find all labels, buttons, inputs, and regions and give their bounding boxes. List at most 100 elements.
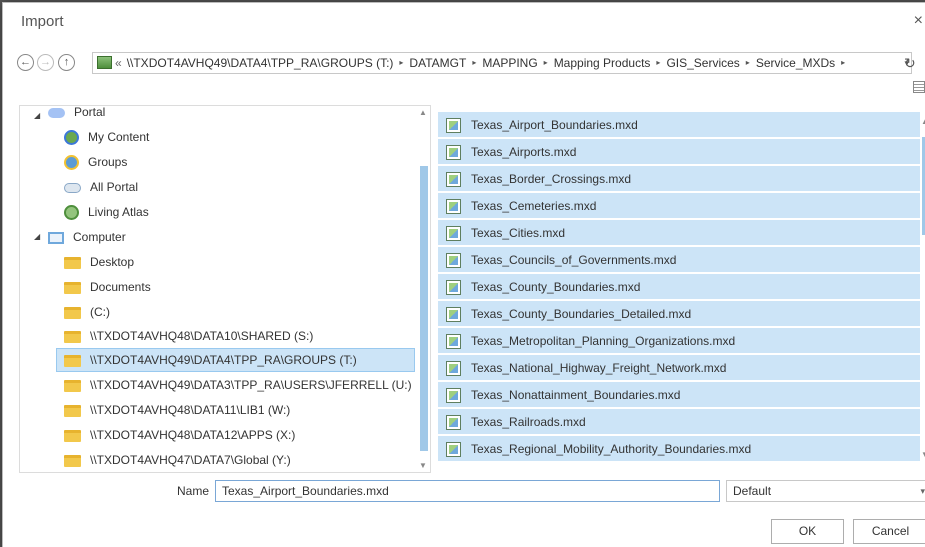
file-item[interactable]: Texas_Border_Crossings.mxd — [438, 166, 920, 192]
tree-item-groups[interactable]: Groups — [64, 151, 127, 173]
name-field[interactable]: Texas_Airport_Boundaries.mxd — [215, 480, 720, 502]
file-item[interactable]: Texas_Airport_Boundaries.mxd — [438, 112, 920, 138]
groups-icon — [64, 155, 79, 171]
folder-icon — [64, 379, 81, 392]
scroll-up-icon[interactable]: ▲ — [419, 108, 427, 117]
tree-item-w-drive[interactable]: \\TXDOT4AVHQ48\DATA11\LIB1 (W:) — [64, 399, 290, 421]
file-name: Texas_Cemeteries.mxd — [471, 199, 597, 213]
tree-item-label: \\TXDOT4AVHQ47\DATA7\Global (Y:) — [90, 453, 291, 467]
file-item[interactable]: Texas_Cemeteries.mxd — [438, 193, 920, 219]
tree-item-y-drive[interactable]: \\TXDOT4AVHQ47\DATA7\Global (Y:) — [64, 449, 291, 471]
scroll-down-icon[interactable]: ▼ — [921, 450, 925, 459]
tree-item-label: Living Atlas — [88, 205, 149, 219]
breadcrumb-item[interactable]: \\TXDOT4AVHQ49\DATA4\TPP_RA\GROUPS (T:) — [124, 53, 397, 73]
tree-item-documents[interactable]: Documents — [64, 276, 151, 298]
refresh-icon[interactable]: ↻ — [904, 55, 916, 72]
tree-item-desktop[interactable]: Desktop — [64, 251, 134, 273]
breadcrumb-separator-icon[interactable]: ▸ — [469, 53, 479, 73]
tree-item-c-drive[interactable]: (C:) — [64, 301, 110, 323]
folder-icon — [64, 354, 81, 367]
tree-item-label: \\TXDOT4AVHQ49\DATA4\TPP_RA\GROUPS (T:) — [90, 353, 357, 367]
computer-icon — [48, 231, 64, 244]
tree-item-label: \\TXDOT4AVHQ48\DATA10\SHARED (S:) — [90, 329, 314, 343]
collapse-icon[interactable]: ◢ — [34, 111, 40, 120]
file-name: Texas_County_Boundaries_Detailed.mxd — [471, 307, 692, 321]
breadcrumb-item[interactable]: DATAMGT — [406, 53, 469, 73]
breadcrumb-separator-icon[interactable]: ▸ — [838, 53, 848, 73]
tree-item-label: \\TXDOT4AVHQ49\DATA3\TPP_RA\USERS\JFERRE… — [90, 378, 412, 392]
tree-item-u-drive[interactable]: \\TXDOT4AVHQ49\DATA3\TPP_RA\USERS\JFERRE… — [64, 374, 412, 396]
folder-icon — [64, 404, 81, 417]
mxd-file-icon — [446, 334, 461, 350]
chevron-down-icon: ▾ — [920, 486, 925, 496]
tree-item-x-drive[interactable]: \\TXDOT4AVHQ48\DATA12\APPS (X:) — [64, 424, 295, 446]
mxd-file-icon — [446, 361, 461, 377]
scroll-down-icon[interactable]: ▼ — [419, 461, 427, 470]
mxd-file-icon — [446, 415, 461, 431]
mxd-file-icon — [446, 172, 461, 188]
file-item[interactable]: Texas_Airports.mxd — [438, 139, 920, 165]
file-name: Texas_Cities.mxd — [471, 226, 566, 240]
tree-scroll-thumb[interactable] — [420, 166, 428, 451]
folder-icon — [64, 281, 81, 294]
tree-item-living-atlas[interactable]: Living Atlas — [64, 201, 149, 223]
tree-item-computer[interactable]: Computer — [48, 226, 126, 248]
file-name: Texas_Nonattainment_Boundaries.mxd — [471, 388, 681, 402]
breadcrumb-item[interactable]: Service_MXDs — [753, 53, 838, 73]
file-name: Texas_Railroads.mxd — [471, 415, 586, 429]
title-bar: Import × — [3, 3, 925, 39]
dialog-title: Import — [21, 13, 64, 30]
file-item[interactable]: Texas_County_Boundaries.mxd — [438, 274, 920, 300]
breadcrumb-item[interactable]: MAPPING — [479, 53, 540, 73]
file-item[interactable]: Texas_County_Boundaries_Detailed.mxd — [438, 301, 920, 327]
file-item[interactable]: Texas_Councils_of_Governments.mxd — [438, 247, 920, 273]
file-name: Texas_National_Highway_Freight_Network.m… — [471, 361, 727, 375]
tree-item-t-drive[interactable]: \\TXDOT4AVHQ49\DATA4\TPP_RA\GROUPS (T:) — [64, 349, 357, 371]
tree-item-all-portal[interactable]: All Portal — [64, 176, 138, 198]
forward-button[interactable]: → — [37, 54, 54, 71]
tree-item-my-content[interactable]: My Content — [64, 126, 149, 148]
view-options-icon[interactable] — [913, 81, 925, 93]
folder-icon — [64, 330, 81, 343]
file-item[interactable]: Texas_National_Highway_Freight_Network.m… — [438, 355, 920, 381]
tree-item-label: Portal — [74, 105, 106, 119]
breadcrumb-separator-icon[interactable]: ▸ — [653, 53, 663, 73]
back-button[interactable]: ← — [17, 54, 34, 71]
tree-scrollbar[interactable]: ▲ ▼ — [417, 106, 430, 472]
file-type-filter[interactable]: Default ▾ — [726, 480, 925, 502]
breadcrumb-item[interactable]: Mapping Products — [551, 53, 654, 73]
scroll-up-icon[interactable]: ▲ — [921, 117, 925, 126]
ok-button[interactable]: OK — [771, 519, 844, 544]
file-item[interactable]: Texas_Railroads.mxd — [438, 409, 920, 435]
breadcrumb-overflow[interactable]: « — [115, 53, 122, 73]
file-item[interactable]: Texas_Cities.mxd — [438, 220, 920, 246]
cloud-icon — [64, 182, 81, 193]
mxd-file-icon — [446, 388, 461, 404]
file-item[interactable]: Texas_Nonattainment_Boundaries.mxd — [438, 382, 920, 408]
globe-icon — [64, 205, 79, 221]
file-item[interactable]: Texas_Regional_Mobility_Authority_Bounda… — [438, 436, 920, 462]
mxd-file-icon — [446, 118, 461, 134]
breadcrumb-separator-icon[interactable]: ▸ — [396, 53, 406, 73]
address-bar[interactable]: «\\TXDOT4AVHQ49\DATA4\TPP_RA\GROUPS (T:)… — [92, 52, 912, 74]
up-folder-button[interactable]: ↑ — [58, 54, 75, 71]
breadcrumb-separator-icon[interactable]: ▸ — [743, 53, 753, 73]
file-item[interactable]: Texas_Metropolitan_Planning_Organization… — [438, 328, 920, 354]
file-list-scrollbar[interactable]: ▲ ▼ — [919, 105, 925, 471]
tree-item-s-drive[interactable]: \\TXDOT4AVHQ48\DATA10\SHARED (S:) — [64, 325, 313, 347]
tree-item-label: All Portal — [90, 180, 139, 194]
tree-item-label: Documents — [90, 280, 151, 294]
folder-icon — [64, 454, 81, 467]
breadcrumb-separator-icon[interactable]: ▸ — [541, 53, 551, 73]
close-icon[interactable]: × — [914, 12, 923, 30]
mxd-file-icon — [446, 145, 461, 161]
collapse-icon[interactable]: ◢ — [34, 232, 40, 241]
import-dialog: Import × ← → ↑ «\\TXDOT4AVHQ49\DATA4\TPP… — [2, 2, 925, 547]
breadcrumb-item[interactable]: GIS_Services — [663, 53, 742, 73]
cancel-button[interactable]: Cancel — [853, 519, 925, 544]
tree-item-label: Groups — [88, 155, 128, 169]
tree-item-label: \\TXDOT4AVHQ48\DATA11\LIB1 (W:) — [90, 403, 291, 417]
tree-item-portal[interactable]: Portal — [48, 105, 106, 123]
folder-icon — [64, 429, 81, 442]
folder-icon — [64, 306, 81, 319]
